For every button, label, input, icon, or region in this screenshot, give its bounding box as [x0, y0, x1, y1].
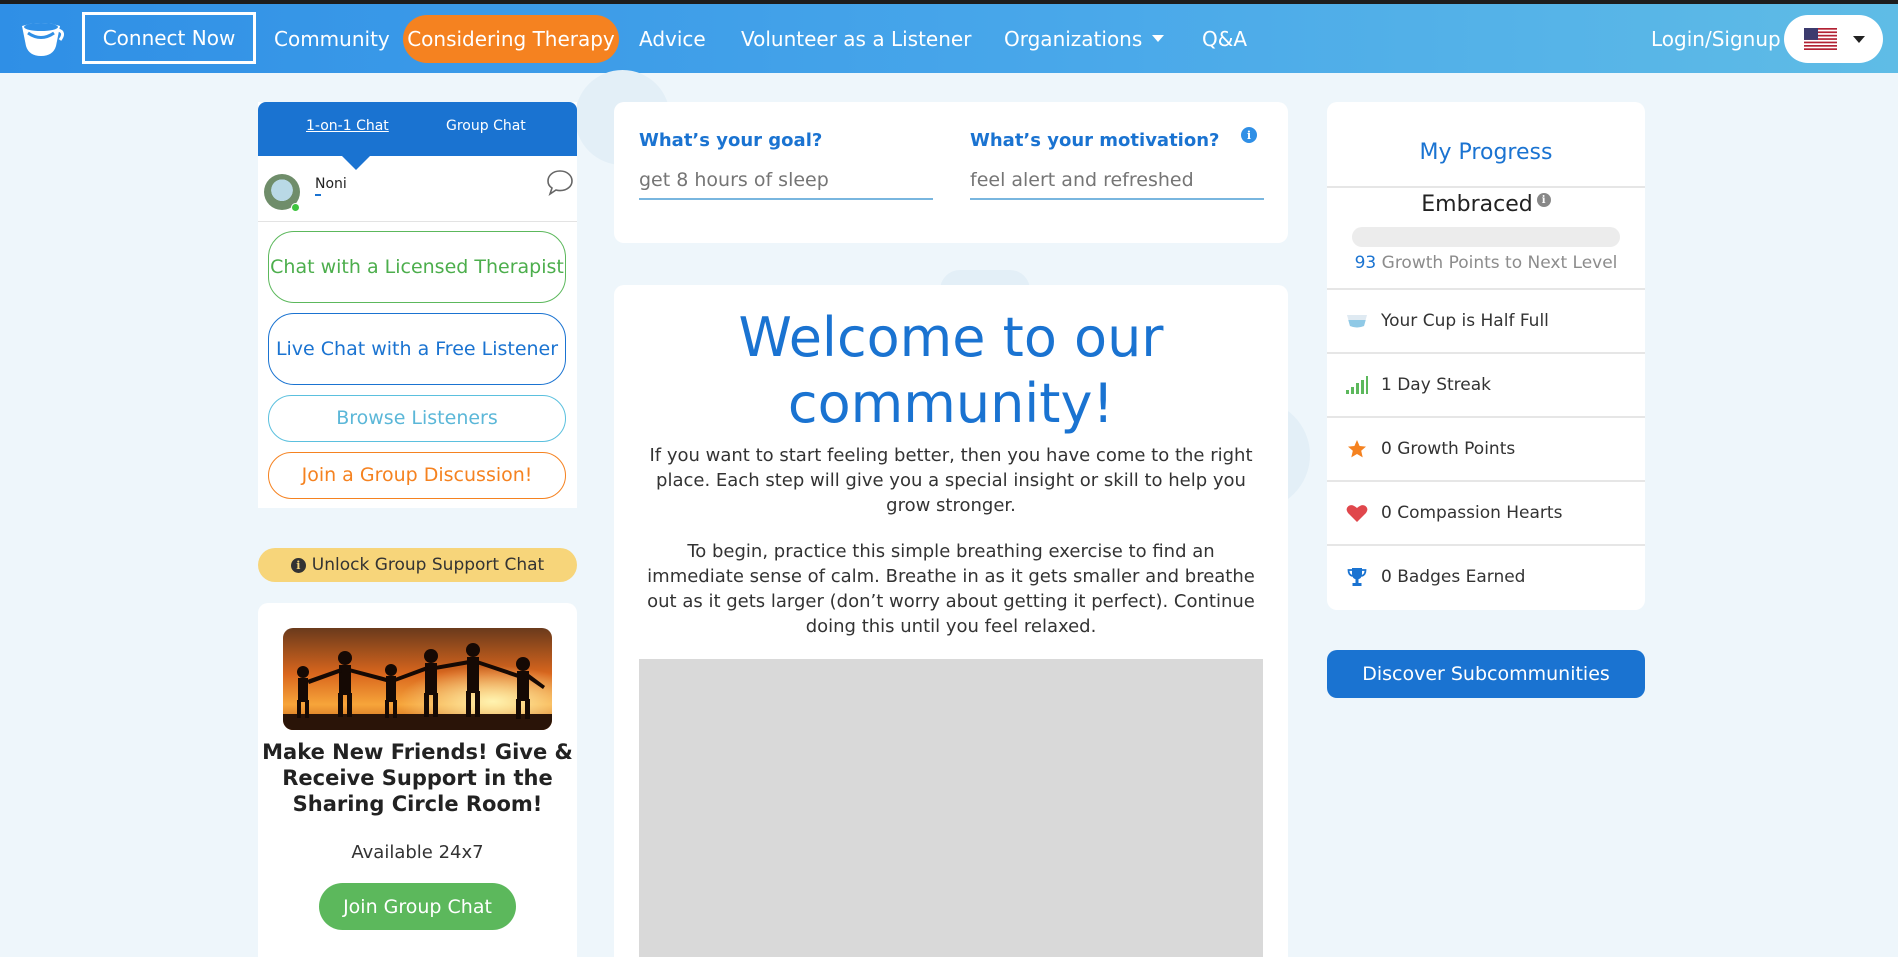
us-flag-icon	[1804, 28, 1837, 50]
info-icon[interactable]: i	[1241, 127, 1257, 143]
points-to-next-value: 93	[1354, 253, 1377, 273]
chat-panel: 1-on-1 Chat Group Chat Noni Chat with a …	[258, 102, 577, 508]
nav-organizations-label: Organizations	[1004, 26, 1143, 51]
live-chat-free-listener-button[interactable]: Live Chat with a Free Listener	[268, 313, 566, 385]
points-to-next-level: 93 Growth Points to Next Level	[1327, 253, 1645, 273]
group-card-title: Make New Friends! Give & Receive Support…	[262, 740, 573, 816]
motivation-input[interactable]	[970, 162, 1264, 200]
nav-advice[interactable]: Advice	[639, 4, 706, 73]
welcome-paragraph: If you want to start feeling better, the…	[649, 445, 1253, 516]
listener-name: Noni	[315, 176, 347, 192]
friends-silhouette-image	[283, 628, 552, 730]
progress-title: My Progress	[1419, 140, 1553, 165]
stat-text: 0 Compassion Hearts	[1381, 503, 1563, 523]
stat-text: 0 Growth Points	[1381, 439, 1516, 459]
login-signup-link[interactable]: Login/Signup	[1651, 4, 1781, 73]
stat-compassion-hearts[interactable]: 0 Compassion Hearts	[1327, 482, 1645, 544]
breathing-instructions: To begin, practice this simple breathing…	[647, 541, 1255, 637]
star-icon	[1346, 438, 1368, 460]
group-card-availability: Available 24x7	[351, 842, 484, 863]
progress-card: My Progress Embraced i 93 Growth Points t…	[1327, 102, 1645, 610]
tab-group-chat[interactable]: Group Chat	[446, 118, 526, 134]
unlock-label: Unlock Group Support Chat	[311, 555, 545, 575]
tab-1-on-1-chat[interactable]: 1-on-1 Chat	[306, 118, 389, 134]
signal-bars-icon	[1346, 374, 1368, 396]
cup-icon	[1346, 310, 1368, 332]
welcome-card: Welcome to our community! If you want to…	[614, 285, 1288, 957]
info-icon[interactable]: i	[1536, 193, 1551, 208]
goal-input[interactable]	[639, 162, 933, 200]
listener-row[interactable]: Noni	[258, 168, 577, 222]
discover-subcommunities-button[interactable]: Discover Subcommunities	[1327, 650, 1645, 698]
nav-considering-therapy[interactable]: Considering Therapy	[403, 15, 619, 63]
stat-text: Your Cup is Half Full	[1381, 311, 1549, 331]
stat-text: 1 Day Streak	[1381, 375, 1491, 395]
heart-icon	[1346, 502, 1368, 524]
nav-community[interactable]: Community	[274, 4, 390, 73]
goal-card: What’s your goal? What’s your motivation…	[614, 102, 1288, 243]
online-status-icon	[291, 203, 300, 212]
stat-text: 0 Badges Earned	[1381, 567, 1526, 587]
chat-bubble-icon[interactable]	[546, 168, 574, 196]
nav-qa[interactable]: Q&A	[1202, 4, 1247, 73]
connect-now-button[interactable]: Connect Now	[82, 12, 256, 64]
stat-cup[interactable]: Your Cup is Half Full	[1327, 290, 1645, 352]
breathing-exercise-player[interactable]	[639, 659, 1263, 957]
language-selector[interactable]	[1784, 15, 1883, 63]
stat-streak[interactable]: 1 Day Streak	[1327, 354, 1645, 416]
nav-volunteer[interactable]: Volunteer as a Listener	[741, 4, 971, 73]
chat-licensed-therapist-button[interactable]: Chat with a Licensed Therapist	[268, 231, 566, 303]
unlock-group-support-button[interactable]: i Unlock Group Support Chat	[258, 548, 577, 582]
level-label: Embraced	[1421, 192, 1533, 217]
divider	[1327, 186, 1645, 188]
stat-growth-points[interactable]: 0 Growth Points	[1327, 418, 1645, 480]
divider	[258, 221, 577, 222]
welcome-title: Welcome to our community!	[738, 306, 1164, 435]
chat-tabs: 1-on-1 Chat Group Chat	[258, 102, 577, 156]
level-name: Embraced i	[1327, 192, 1645, 217]
group-chat-card: Make New Friends! Give & Receive Support…	[258, 603, 577, 957]
cup-logo-icon[interactable]	[18, 18, 65, 62]
level-progress-bar	[1352, 227, 1620, 247]
stat-badges[interactable]: 0 Badges Earned	[1327, 546, 1645, 608]
trophy-icon	[1346, 566, 1368, 588]
nav-organizations[interactable]: Organizations	[1004, 4, 1165, 73]
info-icon: i	[290, 557, 306, 573]
listener-status-line	[315, 194, 321, 196]
goal-label: What’s your goal?	[639, 130, 823, 151]
chevron-down-icon	[1152, 35, 1165, 42]
join-group-discussion-button[interactable]: Join a Group Discussion!	[268, 452, 566, 499]
join-group-chat-button[interactable]: Join Group Chat	[319, 883, 516, 930]
top-navigation: Connect Now Community Considering Therap…	[0, 4, 1898, 73]
motivation-label: What’s your motivation?	[970, 130, 1220, 151]
points-to-next-label: Growth Points to Next Level	[1381, 253, 1618, 273]
browse-listeners-button[interactable]: Browse Listeners	[268, 395, 566, 442]
chevron-down-icon	[1853, 36, 1865, 43]
